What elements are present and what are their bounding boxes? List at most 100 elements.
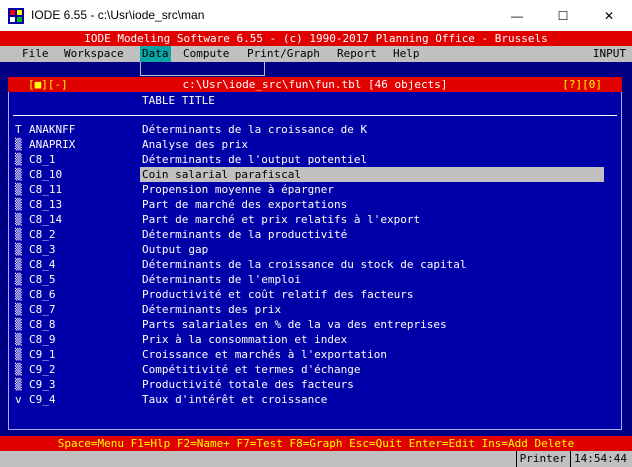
- table-window-bottom-border: [8, 429, 622, 430]
- table-title: Déterminants de l'output potentiel: [142, 153, 368, 166]
- table-name: C8_11: [29, 183, 63, 196]
- menu-data[interactable]: Data: [140, 46, 171, 62]
- table-title: Output gap: [142, 243, 209, 256]
- table-name: C8_13: [29, 198, 63, 211]
- scrollbar-glyph[interactable]: ▒: [15, 302, 25, 317]
- table-row[interactable]: ▒ C8_1 Déterminants de l'output potentiel: [9, 152, 621, 167]
- table-row[interactable]: ▒ C8_5 Déterminants de l'emploi: [9, 272, 621, 287]
- table-row[interactable]: ▒ C9_3 Productivité totale des facteurs: [9, 377, 621, 392]
- table-row[interactable]: ▒ ANAPRIX Analyse des prix: [9, 137, 621, 152]
- table-row[interactable]: ▒ C8_4 Déterminants de la croissance du st…: [9, 257, 621, 272]
- table-name: C8_10: [29, 168, 63, 181]
- scrollbar-glyph[interactable]: ▒: [15, 167, 25, 182]
- scrollbar-glyph[interactable]: ▒: [15, 287, 25, 302]
- table-row[interactable]: ▒ C8_8 Parts salariales en % de la va des …: [9, 317, 621, 332]
- table-title: Croissance et marchés à l'exportation: [142, 348, 388, 361]
- table-name: C8_4: [29, 258, 56, 271]
- table-name: ANAPRIX: [29, 138, 76, 151]
- table-name: C8_7: [29, 303, 56, 316]
- table-row[interactable]: ▒ C8_2 Déterminants de la productivité: [9, 227, 621, 242]
- table-title: Déterminants des prix: [142, 303, 282, 316]
- scrollbar-glyph[interactable]: ▒: [15, 272, 25, 287]
- scrollbar-glyph[interactable]: T: [15, 122, 25, 137]
- bottom-bar: Printer 14:54:44: [0, 451, 632, 467]
- table-name: C8_9: [29, 333, 56, 346]
- scrollbar-glyph[interactable]: ▒: [15, 197, 25, 212]
- scrollbar-glyph[interactable]: ▒: [15, 347, 25, 362]
- window-titlebar[interactable]: IODE 6.55 - c:\Usr\iode_src\man — ☐ ✕: [0, 0, 632, 31]
- table-window-header[interactable]: c:\Usr\iode_src\fun\fun.tbl [46 objects]…: [8, 77, 622, 92]
- close-icon: ✕: [603, 8, 615, 23]
- table-row[interactable]: ▒ C8_13 Part de marché des exportations: [9, 197, 621, 212]
- menu-help[interactable]: Help: [391, 46, 422, 62]
- maximize-button[interactable]: ☐: [540, 0, 586, 31]
- table-row[interactable]: ▒ C8_7 Déterminants des prix: [9, 302, 621, 317]
- iode-app-icon: [8, 8, 24, 24]
- minimize-button[interactable]: —: [494, 0, 540, 31]
- table-title: Analyse des prix: [142, 138, 248, 151]
- table-window-path: c:\Usr\iode_src\fun\fun.tbl [46 objects]: [182, 78, 448, 91]
- input-mode-indicator: INPUT: [592, 47, 626, 60]
- table-row[interactable]: v C9_4 Taux d'intérêt et croissance: [9, 392, 621, 407]
- scrollbar-glyph[interactable]: ▒: [15, 257, 25, 272]
- table-title: Part de marché des exportations: [142, 198, 348, 211]
- minimize-icon: —: [511, 8, 523, 23]
- scrollbar-glyph[interactable]: ▒: [15, 152, 25, 167]
- table-name: C8_8: [29, 318, 56, 331]
- table-title: Parts salariales en % de la va des entre…: [142, 318, 447, 331]
- table-title: Productivité totale des facteurs: [142, 378, 354, 391]
- scrollbar-glyph[interactable]: ▒: [15, 332, 25, 347]
- table-name: C8_3: [29, 243, 56, 256]
- clock: 14:54:44: [570, 451, 630, 467]
- data-submenu-outline: [140, 62, 265, 76]
- scrollbar-glyph[interactable]: ▒: [15, 242, 25, 257]
- menu-bar: File Workspace Data Compute Print/Graph …: [0, 46, 632, 62]
- table-title: Taux d'intérêt et croissance: [142, 393, 328, 406]
- scrollbar-glyph[interactable]: v: [15, 392, 25, 407]
- table-title: Part de marché et prix relatifs à l'expo…: [142, 213, 421, 226]
- scrollbar-glyph[interactable]: ▒: [15, 182, 25, 197]
- table-name: C9_3: [29, 378, 56, 391]
- table-row[interactable]: ▒ C8_11 Propension moyenne à épargner: [9, 182, 621, 197]
- table-name: C8_14: [29, 213, 63, 226]
- app-header: IODE Modeling Software 6.55 - (c) 1990-2…: [0, 31, 632, 46]
- table-row[interactable]: ▒ C9_2 Compétitivité et termes d'échange: [9, 362, 621, 377]
- table-row[interactable]: ▒ C8_10 Coin salarial parafiscal: [9, 167, 621, 182]
- table-list-window: TABLE TITLE T ANAKNFF Déterminants de la c…: [8, 92, 622, 452]
- maximize-icon: ☐: [557, 8, 569, 23]
- close-button[interactable]: ✕: [586, 0, 632, 31]
- table-name: C9_1: [29, 348, 56, 361]
- table-row[interactable]: ▒ C8_14 Part de marché et prix relatifs à …: [9, 212, 621, 227]
- function-keys-bar: Space=Menu F1=Hlp F2=Name+ F7=Test F8=Gr…: [0, 436, 632, 451]
- table-row[interactable]: ▒ C8_6 Productivité et coût relatif des fa…: [9, 287, 621, 302]
- table-title: Déterminants de l'emploi: [142, 273, 301, 286]
- window-close-minimize-controls[interactable]: [■][-]: [28, 77, 68, 92]
- table-title: Coin salarial parafiscal: [142, 168, 301, 181]
- table-row[interactable]: T ANAKNFF Déterminants de la croissance de…: [9, 122, 621, 137]
- scrollbar-glyph[interactable]: ▒: [15, 227, 25, 242]
- menu-report[interactable]: Report: [335, 46, 379, 62]
- table-row[interactable]: ▒ C9_1 Croissance et marchés à l'exportati…: [9, 347, 621, 362]
- menu-compute[interactable]: Compute: [181, 46, 231, 62]
- table-title: Compétitivité et termes d'échange: [142, 363, 361, 376]
- table-name: C9_2: [29, 363, 56, 376]
- menu-workspace[interactable]: Workspace: [62, 46, 126, 62]
- scrollbar-glyph[interactable]: ▒: [15, 137, 25, 152]
- table-title: Prix à la consommation et index: [142, 333, 348, 346]
- column-header-table-title: TABLE TITLE: [142, 94, 215, 107]
- window-title: IODE 6.55 - c:\Usr\iode_src\man: [31, 8, 205, 22]
- table-row[interactable]: ▒ C8_9 Prix à la consommation et index: [9, 332, 621, 347]
- menu-print-graph[interactable]: Print/Graph: [245, 46, 322, 62]
- table-name: C9_4: [29, 393, 56, 406]
- scrollbar-glyph[interactable]: ▒: [15, 212, 25, 227]
- scrollbar-glyph[interactable]: ▒: [15, 362, 25, 377]
- window-help-zoom-controls[interactable]: [?][0]: [562, 77, 602, 92]
- table-name: ANAKNFF: [29, 123, 76, 136]
- table-title: Productivité et coût relatif des facteur…: [142, 288, 414, 301]
- menu-file[interactable]: File: [20, 46, 51, 62]
- scrollbar-glyph[interactable]: ▒: [15, 317, 25, 332]
- table-title: Propension moyenne à épargner: [142, 183, 335, 196]
- printer-indicator: Printer: [515, 451, 569, 467]
- scrollbar-glyph[interactable]: ▒: [15, 377, 25, 392]
- table-row[interactable]: ▒ C8_3 Output gap: [9, 242, 621, 257]
